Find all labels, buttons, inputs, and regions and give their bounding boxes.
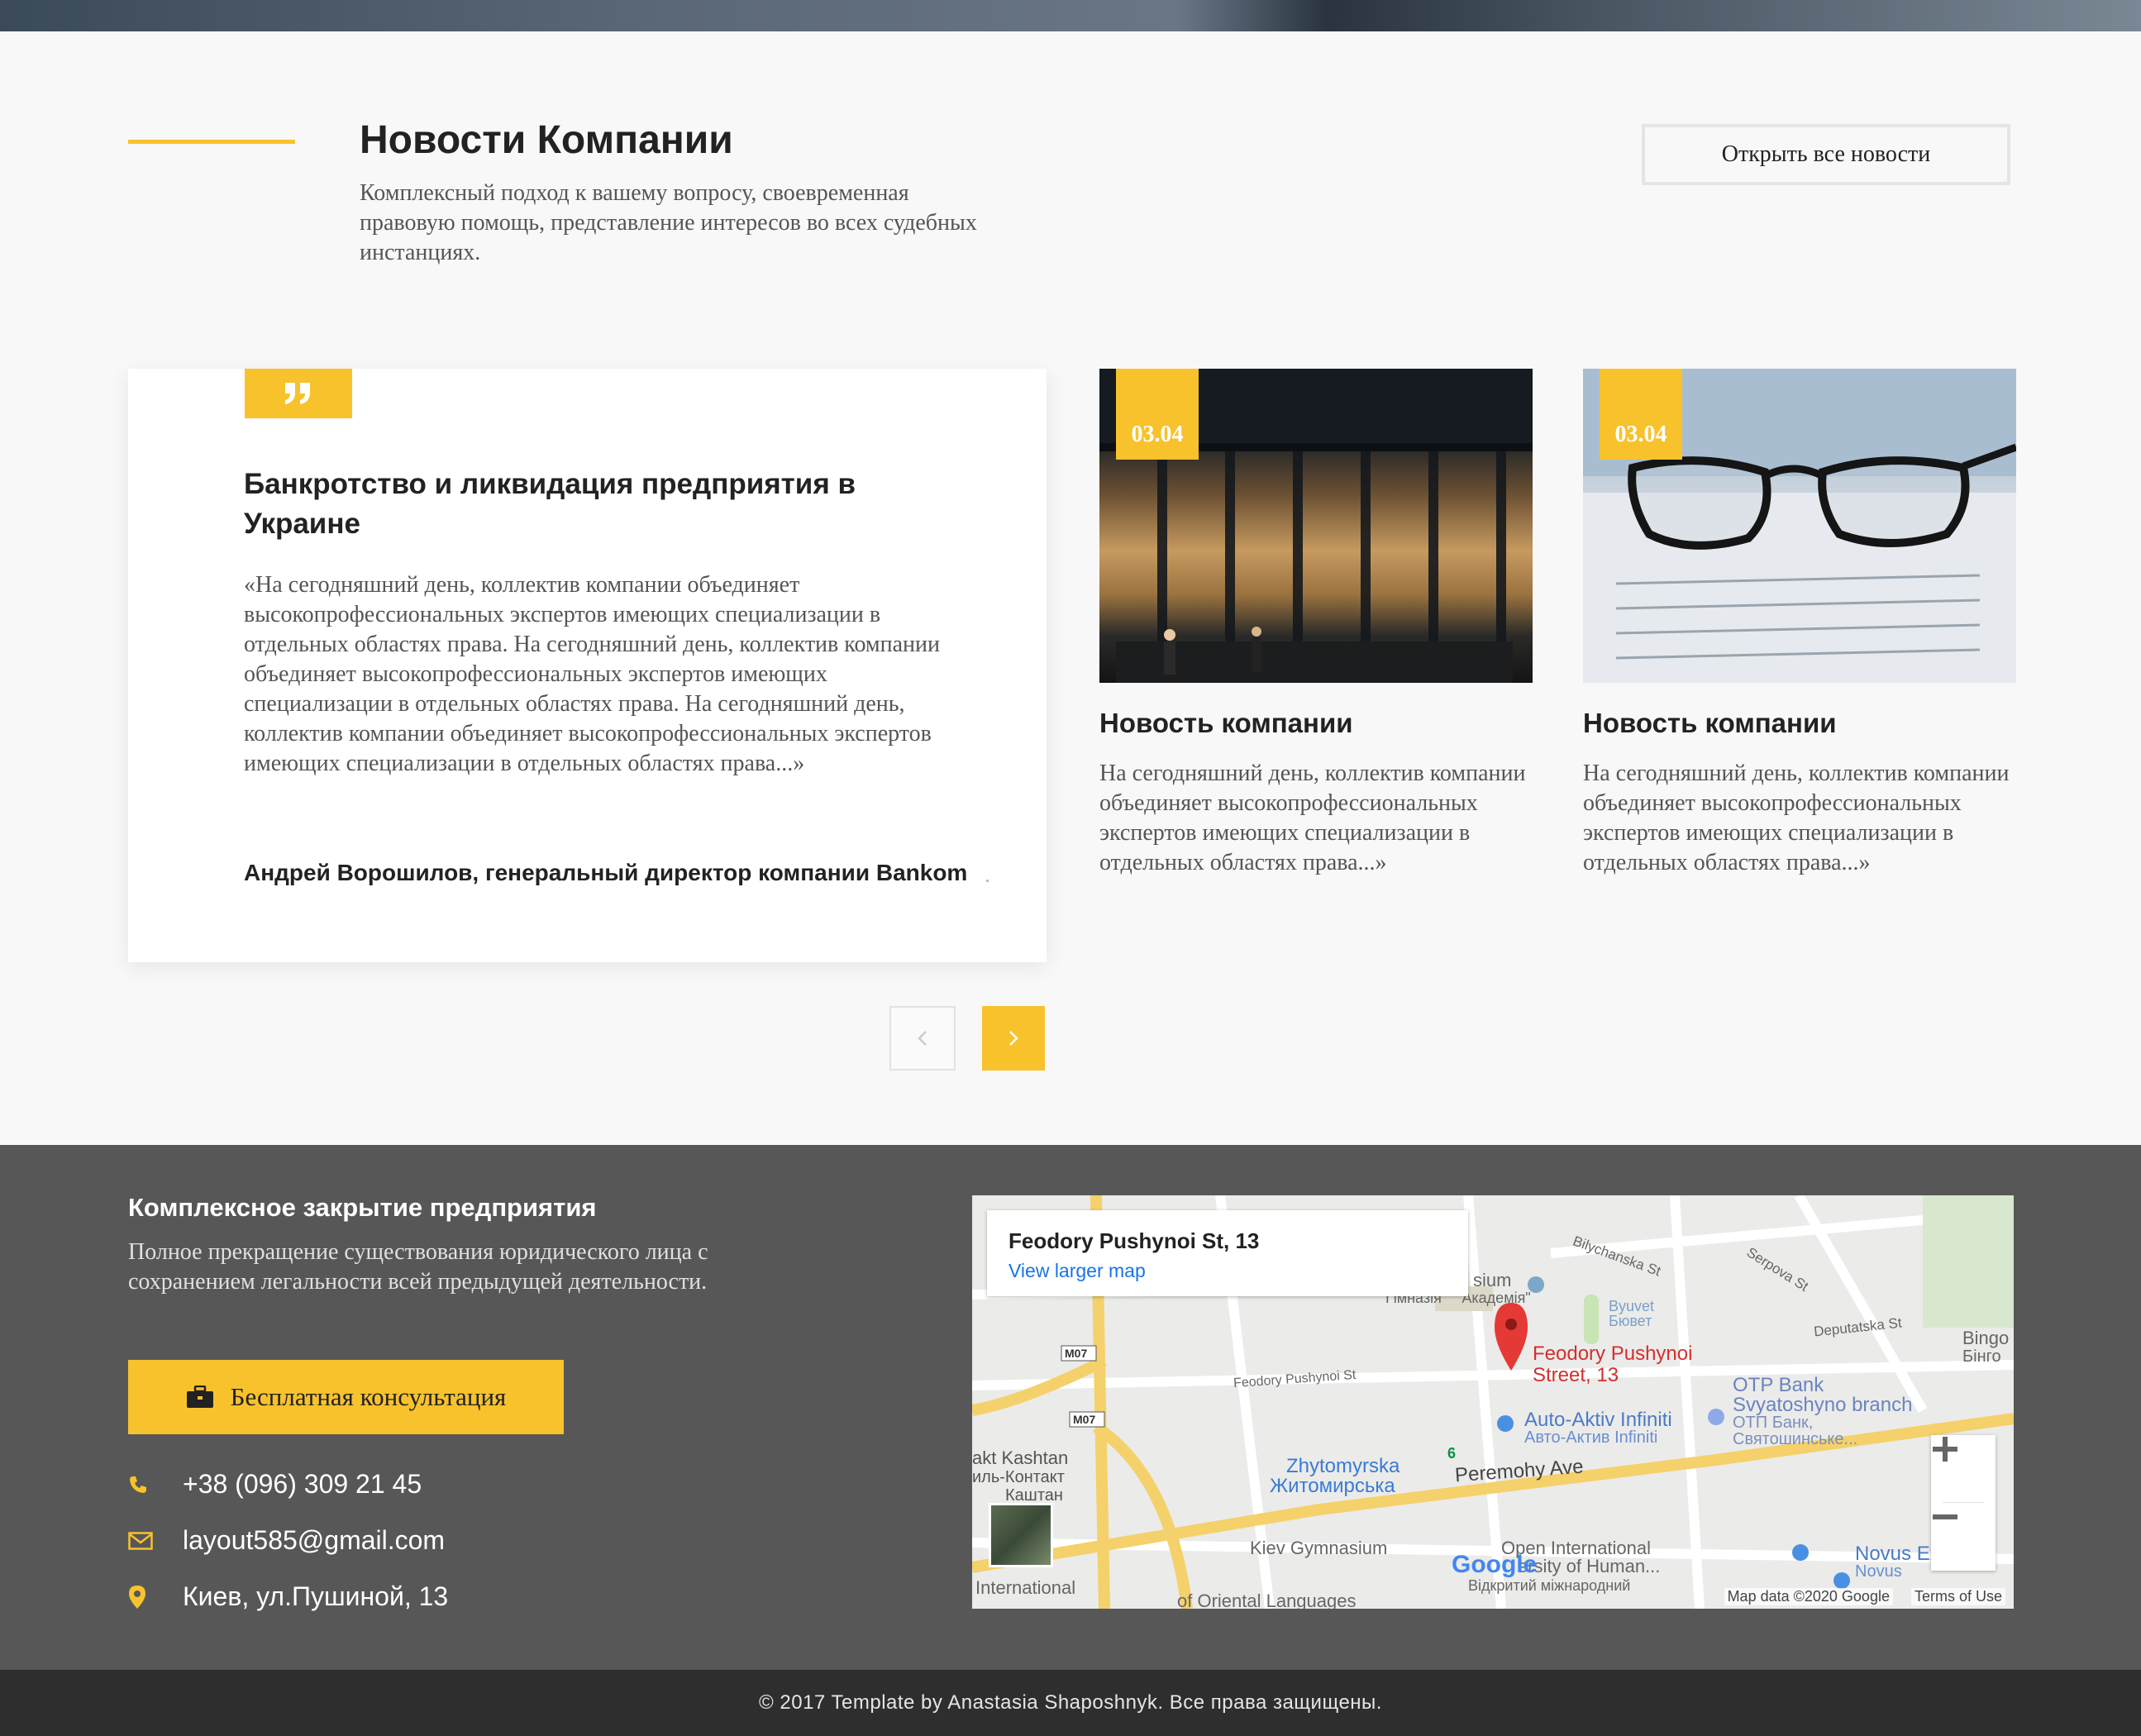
- copyright-bar: © 2017 Template by Anastasia Shaposhnyk.…: [0, 1670, 2141, 1736]
- footer-description: Полное прекращение существования юридиче…: [128, 1239, 708, 1295]
- map-poi-label: International: [975, 1577, 1076, 1598]
- contact-email[interactable]: layout585@gmail.com: [128, 1525, 445, 1556]
- envelope-icon: [128, 1531, 183, 1550]
- zoom-in-button[interactable]: [1931, 1435, 1996, 1501]
- map-poi-label: Kiev Gymnasium: [1250, 1538, 1388, 1558]
- phone-number: +38 (096) 309 21 45: [183, 1469, 422, 1499]
- plus-icon: [1933, 1437, 1957, 1462]
- road-sign: M07: [1065, 1347, 1088, 1360]
- map-pin-label: Street, 13: [1533, 1364, 1619, 1386]
- street-address: Киев, ул.Пушиной, 13: [183, 1581, 449, 1611]
- quote-badge: [245, 369, 352, 418]
- contact-address: Киев, ул.Пушиной, 13: [128, 1581, 448, 1612]
- map-data-credit: Map data ©2020 Google: [1724, 1588, 1893, 1605]
- map-poi-label: иль-Контакт: [972, 1468, 1065, 1486]
- featured-news-title[interactable]: Банкротство и ликвидация предприятия в У…: [244, 465, 971, 544]
- map-poi-label: akt Kashtan: [972, 1447, 1069, 1468]
- news-card-title[interactable]: Новость компании: [1583, 708, 1837, 739]
- consultation-label: Бесплатная консультация: [230, 1382, 507, 1411]
- news-card-text: На сегодняшний день, коллектив компании …: [1099, 761, 1526, 875]
- open-all-news-button[interactable]: Открыть все новости: [1642, 124, 2010, 185]
- map-attribution: Map data ©2020 Google Terms of Use: [1724, 1588, 2005, 1605]
- map-poi-label: Bingo: [1962, 1328, 2010, 1348]
- map-info-box: Feodory Pushynoi St, 13 View larger map: [987, 1210, 1468, 1296]
- road-sign: M07: [1073, 1413, 1096, 1426]
- quote-icon: [285, 383, 310, 404]
- minus-icon: [1933, 1514, 1957, 1519]
- map-address: Feodory Pushynoi St, 13: [1009, 1228, 1260, 1253]
- quote-author: Андрей Ворошилов, генеральный директор к…: [244, 860, 968, 885]
- hero-image-strip: [0, 0, 2141, 31]
- footer-title: Комплексное закрытие предприятия: [128, 1193, 597, 1222]
- copyright-text: © 2017 Template by Anastasia Shaposhnyk.…: [759, 1691, 1382, 1714]
- map-poi-label: Авто-Актив Infiniti: [1524, 1428, 1658, 1447]
- briefcase-icon: [186, 1385, 213, 1408]
- google-logo: Google: [1452, 1551, 1538, 1578]
- section-accent-line: [128, 140, 295, 144]
- satellite-view-toggle[interactable]: [989, 1503, 1053, 1567]
- map-poi-label: sium: [1473, 1270, 1512, 1290]
- map-zoom-controls: [1931, 1435, 1996, 1571]
- news-section-description: Комплексный подход к вашему вопросу, сво…: [360, 180, 977, 265]
- free-consultation-button[interactable]: Бесплатная консультация: [128, 1360, 564, 1434]
- news-card-title[interactable]: Новость компании: [1099, 708, 1353, 739]
- email-address: layout585@gmail.com: [183, 1525, 446, 1555]
- slider-next-button[interactable]: [982, 1006, 1045, 1071]
- terms-of-use-link[interactable]: Terms of Use: [1910, 1588, 2005, 1605]
- map-poi-label: Бінго: [1962, 1347, 2001, 1366]
- map-poi-label: ersity of Human...: [1518, 1556, 1661, 1576]
- news-date-badge: 03.04: [1600, 369, 1682, 460]
- zoom-out-button[interactable]: [1931, 1503, 1996, 1569]
- view-larger-map-link[interactable]: View larger map: [1009, 1260, 1146, 1282]
- phone-icon: [128, 1475, 183, 1495]
- chevron-right-icon: [1009, 1031, 1018, 1046]
- decorative-dot: [986, 880, 989, 882]
- map-poi-label: Святошинське...: [1733, 1430, 1858, 1448]
- slider-prev-button[interactable]: [889, 1006, 956, 1071]
- chevron-left-icon: [918, 1031, 927, 1046]
- news-section-title: Новости Компании: [360, 118, 733, 162]
- featured-news-text: «На сегодняшний день, коллектив компании…: [244, 572, 940, 776]
- map-label: 6: [1447, 1445, 1457, 1462]
- map-metro-label: Житомирська: [1270, 1475, 1395, 1497]
- map-poi-label: Бювет: [1609, 1313, 1652, 1329]
- map-poi-label: Novus: [1855, 1562, 1902, 1581]
- map-poi-label: of Oriental Languages: [1177, 1591, 1357, 1609]
- location-map[interactable]: M07 M07 Feodory Pushynoi Street, 13 Auto…: [972, 1195, 2014, 1609]
- map-poi-label: Відкритий міжнародний: [1468, 1577, 1631, 1594]
- news-card-text: На сегодняшний день, коллектив компании …: [1583, 761, 2010, 875]
- location-pin-icon: [128, 1585, 183, 1610]
- news-date-badge: 03.04: [1116, 369, 1199, 460]
- contact-phone[interactable]: +38 (096) 309 21 45: [128, 1469, 422, 1500]
- map-pin-label: Feodory Pushynoi: [1533, 1343, 1693, 1365]
